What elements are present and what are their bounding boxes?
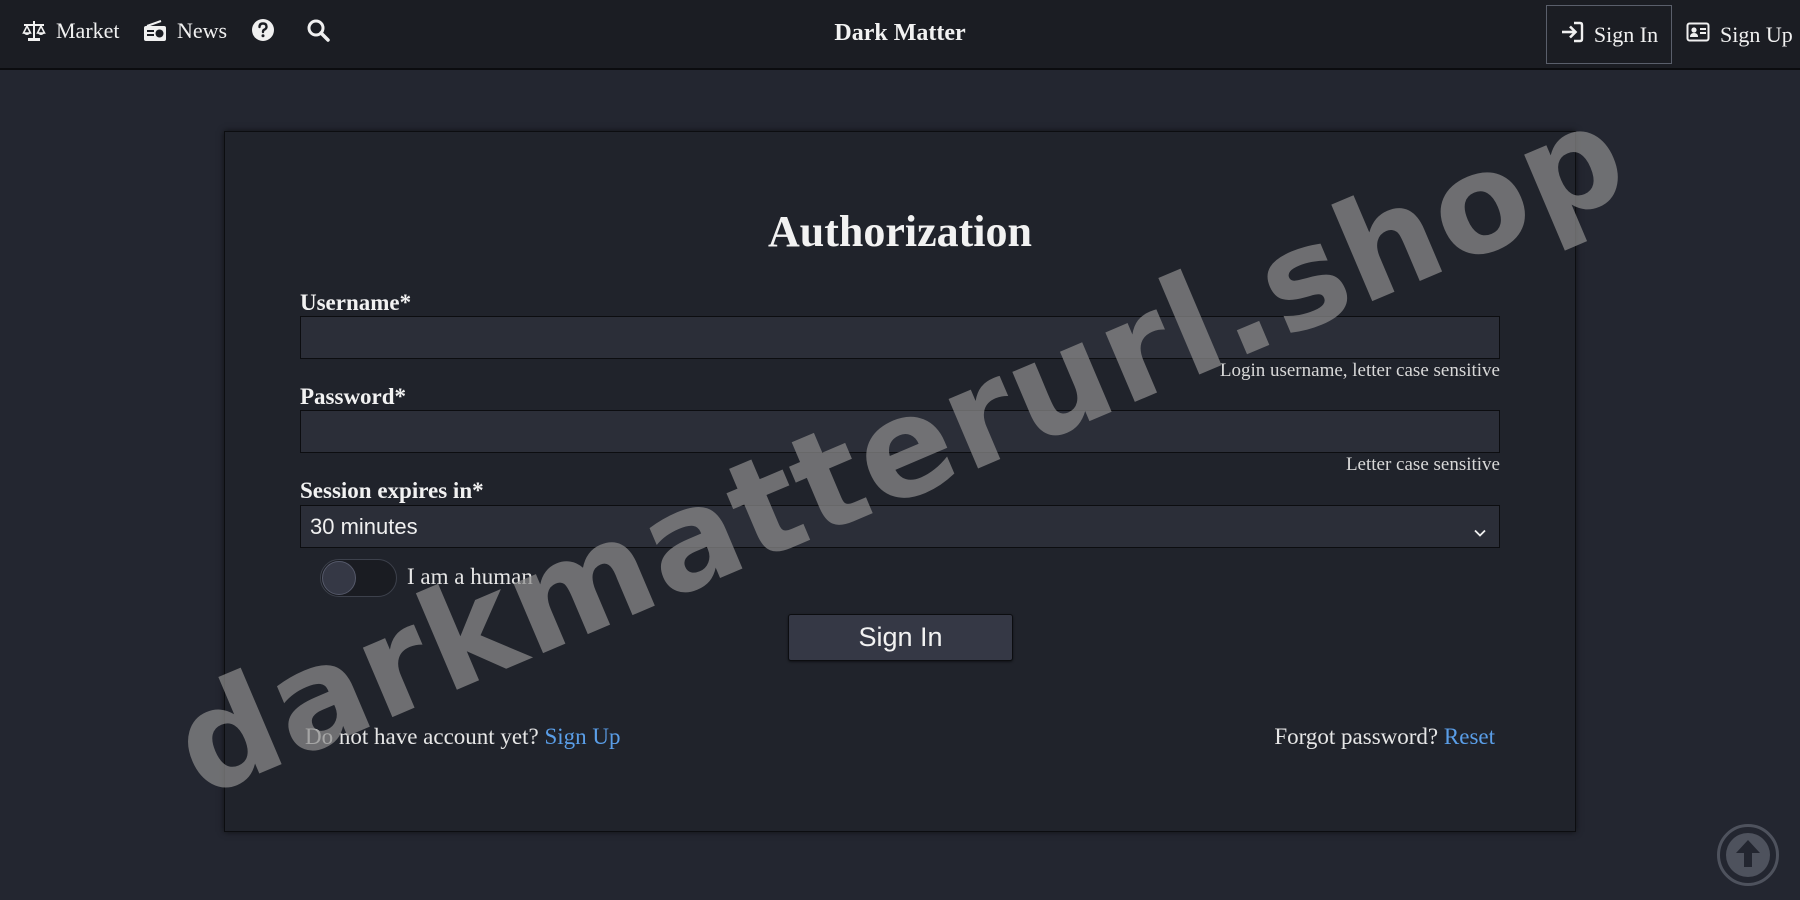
- session-select[interactable]: 30 minutes: [300, 505, 1500, 548]
- nav-sign-up-label: Sign Up: [1720, 21, 1793, 47]
- nav-news[interactable]: News: [143, 18, 227, 44]
- password-help: Letter case sensitive: [1345, 454, 1500, 475]
- top-navbar: Market News Dark Matter Sign In Sign Up: [0, 0, 1800, 70]
- username-label: Username*: [300, 290, 412, 315]
- search-icon: [306, 18, 330, 42]
- auth-panel: Authorization Username* Login username, …: [224, 131, 1576, 832]
- human-toggle[interactable]: [320, 559, 397, 597]
- password-label: Password*: [300, 384, 407, 409]
- signup-prompt: Do not have account yet? Sign Up: [305, 724, 621, 750]
- scroll-top-button[interactable]: [1717, 824, 1779, 886]
- id-card-icon: [1686, 20, 1710, 50]
- password-input[interactable]: [300, 410, 1500, 453]
- forgot-prompt-text: Forgot password?: [1274, 724, 1439, 749]
- human-toggle-label: I am a human: [407, 564, 533, 589]
- help-button[interactable]: [251, 18, 275, 42]
- nav-sign-in-button[interactable]: Sign In: [1546, 5, 1672, 64]
- reset-link[interactable]: Reset: [1444, 724, 1495, 749]
- forgot-prompt: Forgot password? Reset: [1274, 724, 1495, 750]
- nav-sign-up-button[interactable]: Sign Up: [1686, 5, 1793, 64]
- username-input[interactable]: [300, 316, 1500, 359]
- balance-scale-icon: [22, 19, 46, 43]
- chevron-down-icon: [1473, 520, 1487, 546]
- page-title: Authorization: [768, 207, 1032, 256]
- search-button[interactable]: [306, 18, 330, 42]
- session-label: Session expires in*: [300, 478, 484, 503]
- signup-link[interactable]: Sign Up: [545, 724, 621, 749]
- session-select-value: 30 minutes: [310, 513, 418, 539]
- signup-prompt-text: Do not have account yet?: [305, 724, 539, 749]
- nav-market[interactable]: Market: [22, 18, 120, 44]
- question-circle-icon: [251, 18, 275, 42]
- brand-link[interactable]: Dark Matter: [834, 20, 965, 46]
- arrow-up-circle-icon: [1720, 833, 1776, 887]
- nav-market-label: Market: [56, 18, 120, 43]
- radio-icon: [143, 19, 167, 43]
- sign-in-icon: [1560, 20, 1584, 50]
- username-help: Login username, letter case sensitive: [1219, 360, 1500, 381]
- nav-news-label: News: [177, 18, 228, 43]
- sign-in-button[interactable]: Sign In: [788, 614, 1013, 661]
- nav-sign-in-label: Sign In: [1593, 21, 1659, 47]
- toggle-knob: [322, 561, 356, 595]
